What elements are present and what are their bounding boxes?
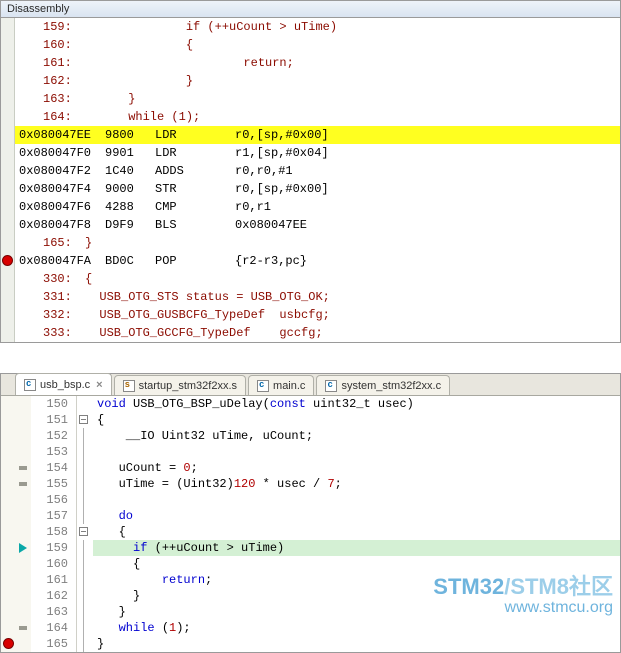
- disasm-asm-line[interactable]: 0x080047F21C40ADDSr0,r0,#1: [15, 162, 620, 180]
- tab-label: main.c: [273, 380, 305, 392]
- fold-line: [83, 492, 84, 508]
- tab-label: usb_bsp.c: [40, 379, 90, 391]
- line-number: 158: [31, 524, 68, 540]
- disassembly-body: 159: if (++uCount > uTime)160: {161: ret…: [1, 18, 620, 342]
- line-number: 155: [31, 476, 68, 492]
- file-icon: [325, 380, 337, 392]
- breakpoint-dot[interactable]: [2, 255, 13, 266]
- disasm-source-line[interactable]: 163: }: [15, 90, 620, 108]
- line-number: 164: [31, 620, 68, 636]
- code-line[interactable]: {: [93, 524, 620, 540]
- disasm-asm-line[interactable]: 0x080047F8D9F9BLS0x080047EE: [15, 216, 620, 234]
- bookmark-marker: [19, 482, 27, 486]
- code-line[interactable]: {: [93, 556, 620, 572]
- fold-toggle[interactable]: [79, 415, 88, 424]
- file-icon: [123, 380, 135, 392]
- fold-line: [83, 556, 84, 572]
- code-line[interactable]: }: [93, 588, 620, 604]
- file-icon: [24, 379, 36, 391]
- code-line[interactable]: uTime = (Uint32)120 * usec / 7;: [93, 476, 620, 492]
- line-number: 159: [31, 540, 68, 556]
- marker-gutter[interactable]: [17, 396, 31, 652]
- file-icon: [257, 380, 269, 392]
- disasm-source-line[interactable]: 332: USB_OTG_GUSBCFG_TypeDef usbcfg;: [15, 306, 620, 324]
- disasm-asm-line[interactable]: 0x080047F09901LDRr1,[sp,#0x04]: [15, 144, 620, 162]
- tab-main-c[interactable]: main.c: [248, 375, 314, 395]
- tab-startup_stm32f2xx-s[interactable]: startup_stm32f2xx.s: [114, 375, 246, 395]
- fold-line: [83, 572, 84, 588]
- code-line[interactable]: {: [93, 412, 620, 428]
- disasm-source-line[interactable]: 160: {: [15, 36, 620, 54]
- fold-line: [83, 636, 84, 652]
- disassembly-gutter[interactable]: [1, 18, 15, 342]
- fold-line: [83, 428, 84, 444]
- fold-line: [83, 620, 84, 636]
- disasm-source-line[interactable]: 159: if (++uCount > uTime): [15, 18, 620, 36]
- tab-label: startup_stm32f2xx.s: [139, 380, 237, 392]
- line-number: 153: [31, 444, 68, 460]
- line-number: 162: [31, 588, 68, 604]
- disasm-asm-line[interactable]: 0x080047EE9800LDRr0,[sp,#0x00]: [15, 126, 620, 144]
- tab-label: system_stm32f2xx.c: [341, 380, 441, 392]
- fold-line: [83, 604, 84, 620]
- breakpoint-dot[interactable]: [3, 638, 14, 649]
- code-line[interactable]: return;: [93, 572, 620, 588]
- code-line[interactable]: do: [93, 508, 620, 524]
- disasm-source-line[interactable]: 165:}: [15, 234, 620, 252]
- disasm-source-line[interactable]: 331: USB_OTG_STS status = USB_OTG_OK;: [15, 288, 620, 306]
- source-code-area[interactable]: void USB_OTG_BSP_uDelay(const uint32_t u…: [93, 396, 620, 652]
- fold-line: [83, 508, 84, 524]
- code-line[interactable]: }: [93, 636, 620, 652]
- current-line-indicator: [19, 543, 27, 553]
- code-line[interactable]: }: [93, 604, 620, 620]
- disasm-source-line[interactable]: 330:{: [15, 270, 620, 288]
- disassembly-title: Disassembly: [1, 1, 620, 18]
- bookmark-marker: [19, 466, 27, 470]
- code-line[interactable]: [93, 444, 620, 460]
- breakpoint-gutter[interactable]: [1, 396, 17, 652]
- disasm-source-line[interactable]: 164: while (1);: [15, 108, 620, 126]
- line-number: 163: [31, 604, 68, 620]
- tab-system_stm32f2xx-c[interactable]: system_stm32f2xx.c: [316, 375, 450, 395]
- line-number: 150: [31, 396, 68, 412]
- disassembly-lines[interactable]: 159: if (++uCount > uTime)160: {161: ret…: [15, 18, 620, 342]
- editor-body: 1501511521531541551561571581591601611621…: [1, 396, 620, 652]
- line-number: 151: [31, 412, 68, 428]
- disasm-source-line[interactable]: 333: USB_OTG_GCCFG_TypeDef gccfg;: [15, 324, 620, 342]
- disasm-asm-line[interactable]: 0x080047FABD0CPOP{r2-r3,pc}: [15, 252, 620, 270]
- code-line[interactable]: if (++uCount > uTime): [93, 540, 620, 556]
- code-line[interactable]: void USB_OTG_BSP_uDelay(const uint32_t u…: [93, 396, 620, 412]
- disasm-source-line[interactable]: 162: }: [15, 72, 620, 90]
- line-number: 157: [31, 508, 68, 524]
- fold-line: [83, 588, 84, 604]
- fold-toggle[interactable]: [79, 527, 88, 536]
- tab-bar: usb_bsp.c × startup_stm32f2xx.s main.c syste…: [1, 374, 620, 396]
- fold-line: [83, 476, 84, 492]
- disassembly-pane: Disassembly 159: if (++uCount > uTime)16…: [0, 0, 621, 343]
- code-line[interactable]: while (1);: [93, 620, 620, 636]
- pane-gap: [0, 343, 621, 373]
- tab-usb_bsp-c[interactable]: usb_bsp.c ×: [15, 373, 112, 395]
- bookmark-marker: [19, 626, 27, 630]
- line-number: 156: [31, 492, 68, 508]
- line-number-gutter: 1501511521531541551561571581591601611621…: [31, 396, 77, 652]
- code-line[interactable]: [93, 492, 620, 508]
- line-number: 165: [31, 636, 68, 652]
- line-number: 160: [31, 556, 68, 572]
- editor-pane: usb_bsp.c × startup_stm32f2xx.s main.c syste…: [0, 373, 621, 653]
- disasm-asm-line[interactable]: 0x080047F49000STRr0,[sp,#0x00]: [15, 180, 620, 198]
- close-icon[interactable]: ×: [96, 379, 102, 391]
- line-number: 154: [31, 460, 68, 476]
- line-number: 161: [31, 572, 68, 588]
- fold-gutter[interactable]: [77, 396, 93, 652]
- code-line[interactable]: uCount = 0;: [93, 460, 620, 476]
- line-number: 152: [31, 428, 68, 444]
- fold-line: [83, 460, 84, 476]
- code-line[interactable]: __IO Uint32 uTime, uCount;: [93, 428, 620, 444]
- disasm-asm-line[interactable]: 0x080047F64288CMPr0,r1: [15, 198, 620, 216]
- fold-line: [83, 540, 84, 556]
- disasm-source-line[interactable]: 161: return;: [15, 54, 620, 72]
- fold-line: [83, 444, 84, 460]
